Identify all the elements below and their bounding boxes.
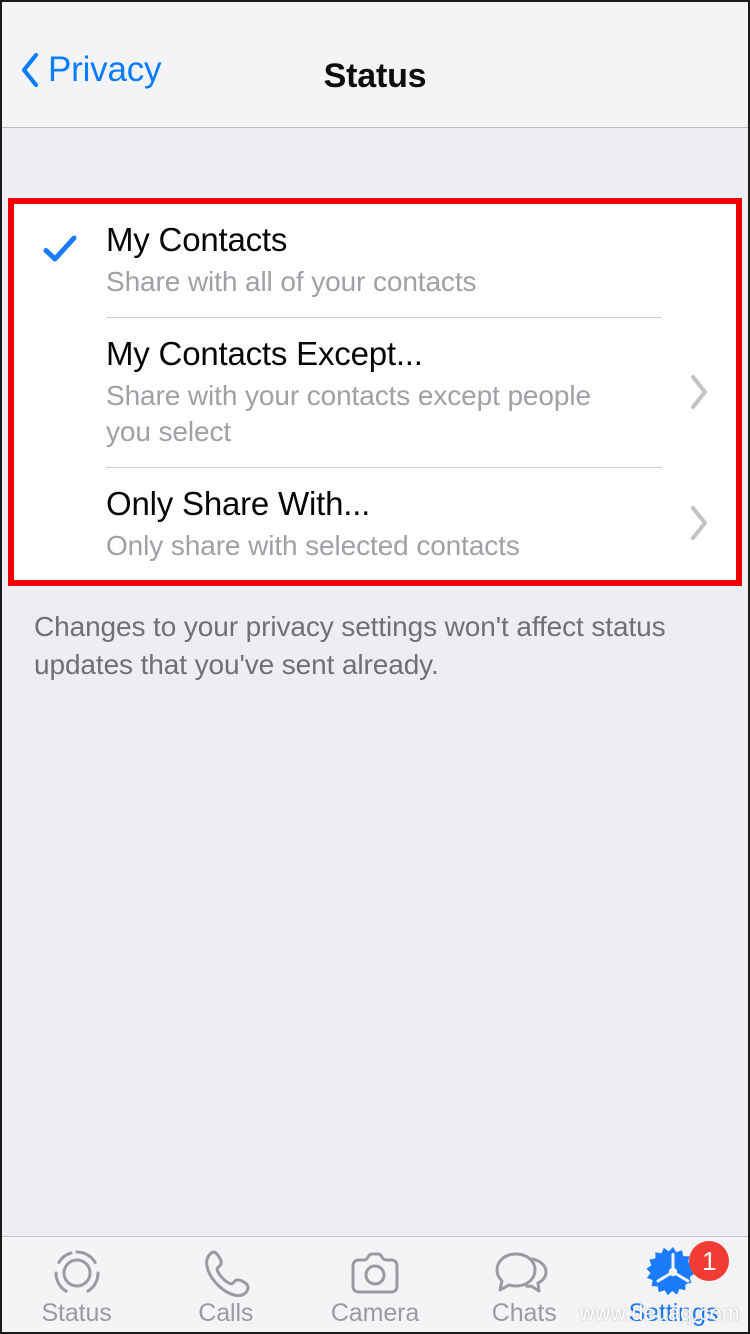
gear-icon: 1 (645, 1241, 730, 1299)
selection-indicator (14, 317, 106, 347)
chevron-right-icon[interactable] (662, 373, 736, 411)
list-item-title: Only Share With... (106, 484, 371, 522)
list-item-text: My Contacts Except... Share with your co… (106, 316, 662, 467)
highlight-annotation-box: My Contacts Share with all of your conta… (8, 198, 742, 587)
list-item-text: Only Share With... Only share with selec… (106, 466, 662, 581)
list-item-title: My Contacts Except... (106, 334, 423, 372)
status-ring-icon (51, 1247, 103, 1299)
list-item-subtitle: Share with your contacts except people y… (106, 379, 591, 448)
status-privacy-options-list: My Contacts Share with all of your conta… (14, 204, 736, 581)
tab-chats[interactable]: Chats (450, 1237, 599, 1332)
phone-icon (201, 1247, 251, 1299)
tab-label-settings: Settings (628, 1299, 719, 1327)
settings-badge: 1 (689, 1241, 730, 1281)
navigation-bar: Privacy Status (2, 2, 748, 128)
list-item-subtitle: Share with all of your contacts (106, 266, 477, 298)
list-item-subtitle: Only share with selected contacts (106, 529, 520, 561)
list-item-my-contacts[interactable]: My Contacts Share with all of your conta… (14, 204, 736, 317)
list-item-title: My Contacts (106, 221, 288, 258)
page-title: Status (323, 57, 427, 95)
tab-label-calls: Calls (198, 1299, 254, 1327)
tab-label-camera: Camera (330, 1299, 420, 1327)
privacy-footer-note: Changes to your privacy settings won't a… (34, 611, 666, 680)
list-item-my-contacts-except[interactable]: My Contacts Except... Share with your co… (14, 316, 736, 467)
tab-label-chats: Chats (491, 1299, 557, 1327)
content-area: My Contacts Share with all of your conta… (2, 128, 748, 1236)
tab-label-status: Status (41, 1299, 112, 1327)
list-item-text: My Contacts Share with all of your conta… (106, 204, 662, 317)
selection-indicator (14, 204, 106, 264)
camera-icon (347, 1247, 403, 1299)
chat-bubbles-icon (494, 1247, 554, 1299)
list-item-only-share-with[interactable]: Only Share With... Only share with selec… (14, 466, 736, 581)
bottom-tab-bar: Status Calls Camera Chats 1 Settings www… (2, 1236, 748, 1332)
phone-screen: Privacy Status My Contacts Share with al… (0, 0, 750, 1334)
tab-status[interactable]: Status (2, 1237, 151, 1332)
chevron-right-icon[interactable] (662, 504, 736, 542)
tab-camera[interactable]: Camera (300, 1237, 449, 1332)
checkmark-icon (43, 234, 77, 264)
tab-calls[interactable]: Calls (151, 1237, 300, 1332)
selection-indicator (14, 467, 106, 497)
tab-settings[interactable]: 1 Settings (599, 1237, 748, 1332)
content-top-spacer (2, 128, 748, 198)
